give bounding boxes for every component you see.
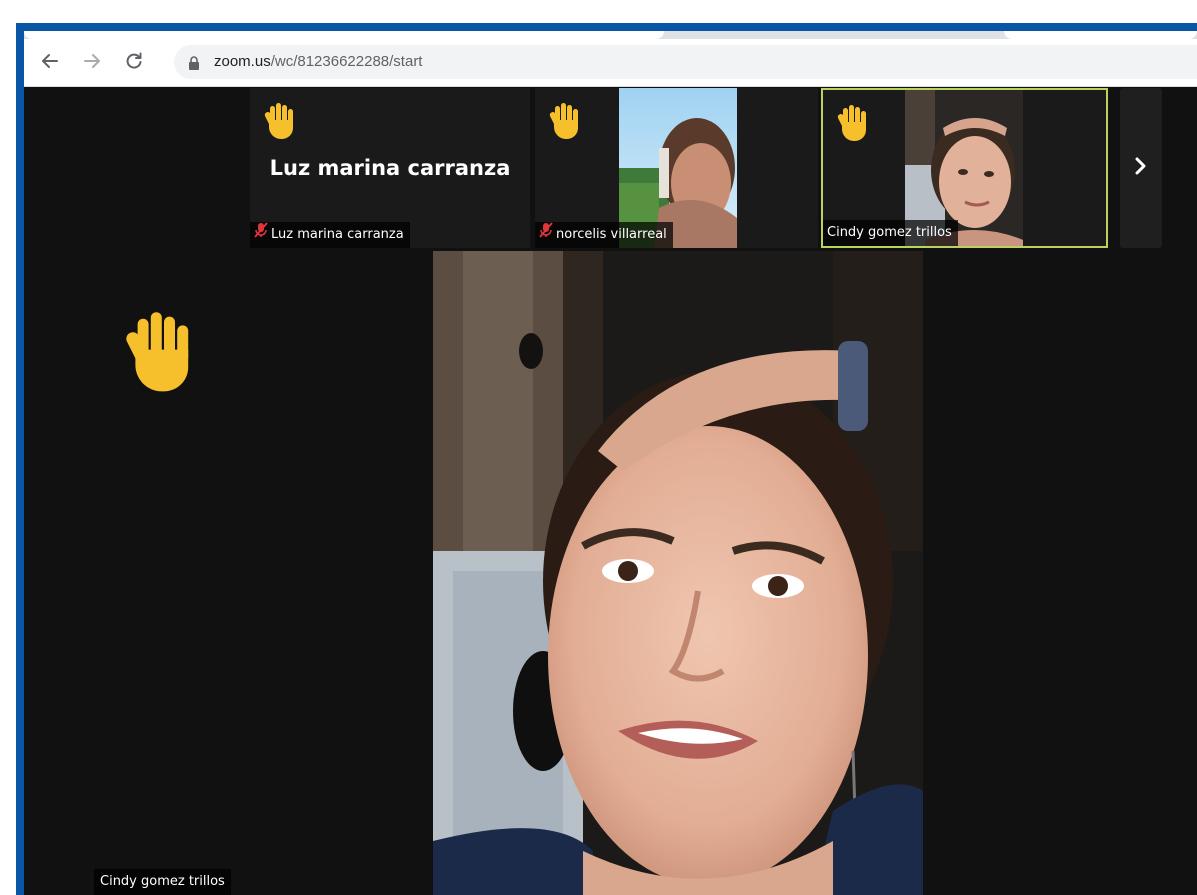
participant-name-label: Luz marina carranza <box>250 222 410 248</box>
participant-tile-cindy-gomez-trillos[interactable]: Cindy gomez trillos <box>821 88 1108 248</box>
active-speaker-name: Cindy gomez trillos <box>94 869 231 895</box>
muted-microphone-icon <box>539 222 553 248</box>
zoom-meeting-area: Luz marina carranza Luz marina carranza <box>24 88 1197 895</box>
back-arrow-icon[interactable] <box>38 49 62 73</box>
reload-icon[interactable] <box>122 49 146 73</box>
browser-tab[interactable] <box>1004 31 1197 39</box>
url-path: /wc/81236622288/start <box>270 53 423 70</box>
participant-display-name: Luz marina carranza <box>269 156 511 180</box>
participant-tile-norcelis-villarreal[interactable]: norcelis villarreal <box>535 88 818 248</box>
tab-strip <box>24 31 1197 39</box>
active-speaker-video <box>433 251 923 895</box>
raised-hand-icon <box>124 310 204 402</box>
participant-tile-luz-marina-carranza[interactable]: Luz marina carranza Luz marina carranza <box>250 88 530 248</box>
muted-microphone-icon <box>254 222 268 248</box>
participant-name-label: norcelis villarreal <box>535 222 673 248</box>
raised-hand-icon <box>549 102 585 146</box>
raised-hand-icon <box>264 102 300 146</box>
next-page-button[interactable] <box>1120 88 1162 248</box>
chevron-right-icon <box>1134 156 1148 180</box>
browser-toolbar: zoom.us/wc/81236622288/start <box>24 39 1197 87</box>
participant-name-label: Cindy gomez trillos <box>823 220 958 246</box>
participant-name: Cindy gomez trillos <box>827 225 952 240</box>
browser-tab[interactable] <box>24 31 664 39</box>
raised-hand-icon <box>837 104 873 148</box>
url-host: zoom.us <box>214 53 271 70</box>
forward-arrow-icon[interactable] <box>80 49 104 73</box>
address-bar[interactable]: zoom.us/wc/81236622288/start <box>174 45 1197 79</box>
participant-name: Luz marina carranza <box>271 227 404 242</box>
browser-window: zoom.us/wc/81236622288/start Luz marina … <box>24 31 1197 895</box>
lock-icon <box>188 55 200 74</box>
url-text: zoom.us/wc/81236622288/start <box>214 45 422 79</box>
participant-name: norcelis villarreal <box>556 227 667 242</box>
